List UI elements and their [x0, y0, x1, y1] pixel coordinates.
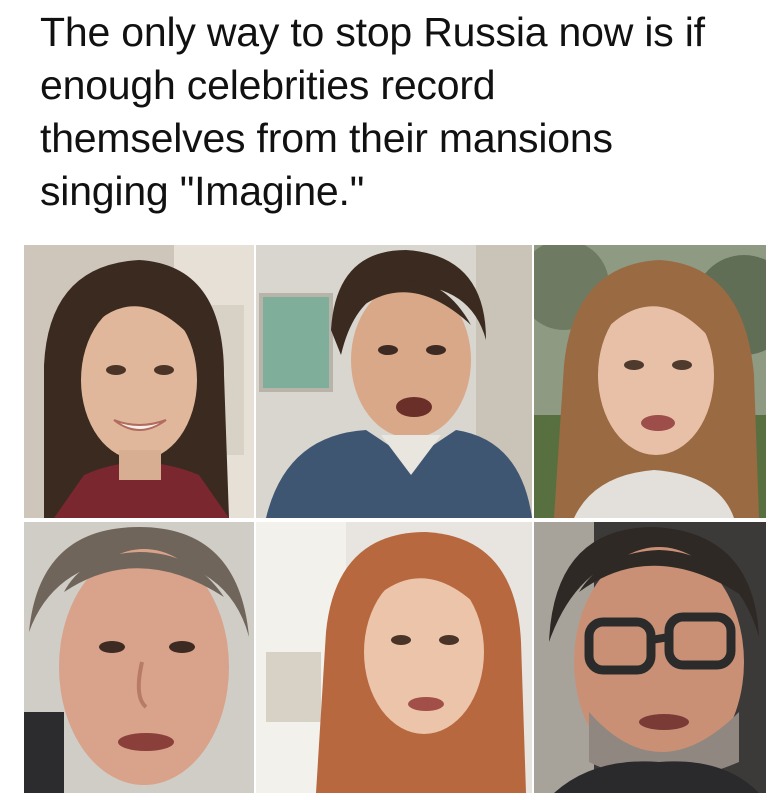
person-photo-icon	[534, 245, 766, 518]
photo-tile-3	[534, 245, 766, 518]
photo-tile-1	[24, 245, 254, 518]
person-photo-icon	[256, 522, 532, 793]
meme-caption: The only way to stop Russia now is if en…	[40, 9, 705, 214]
photo-grid	[24, 245, 766, 793]
photo-tile-6	[534, 522, 766, 793]
person-photo-icon	[534, 522, 766, 793]
photo-tile-5	[256, 522, 532, 793]
person-photo-icon	[24, 522, 254, 793]
photo-tile-4	[24, 522, 254, 793]
photo-tile-2	[256, 245, 532, 518]
person-photo-icon	[24, 245, 254, 518]
person-photo-icon	[256, 245, 532, 518]
